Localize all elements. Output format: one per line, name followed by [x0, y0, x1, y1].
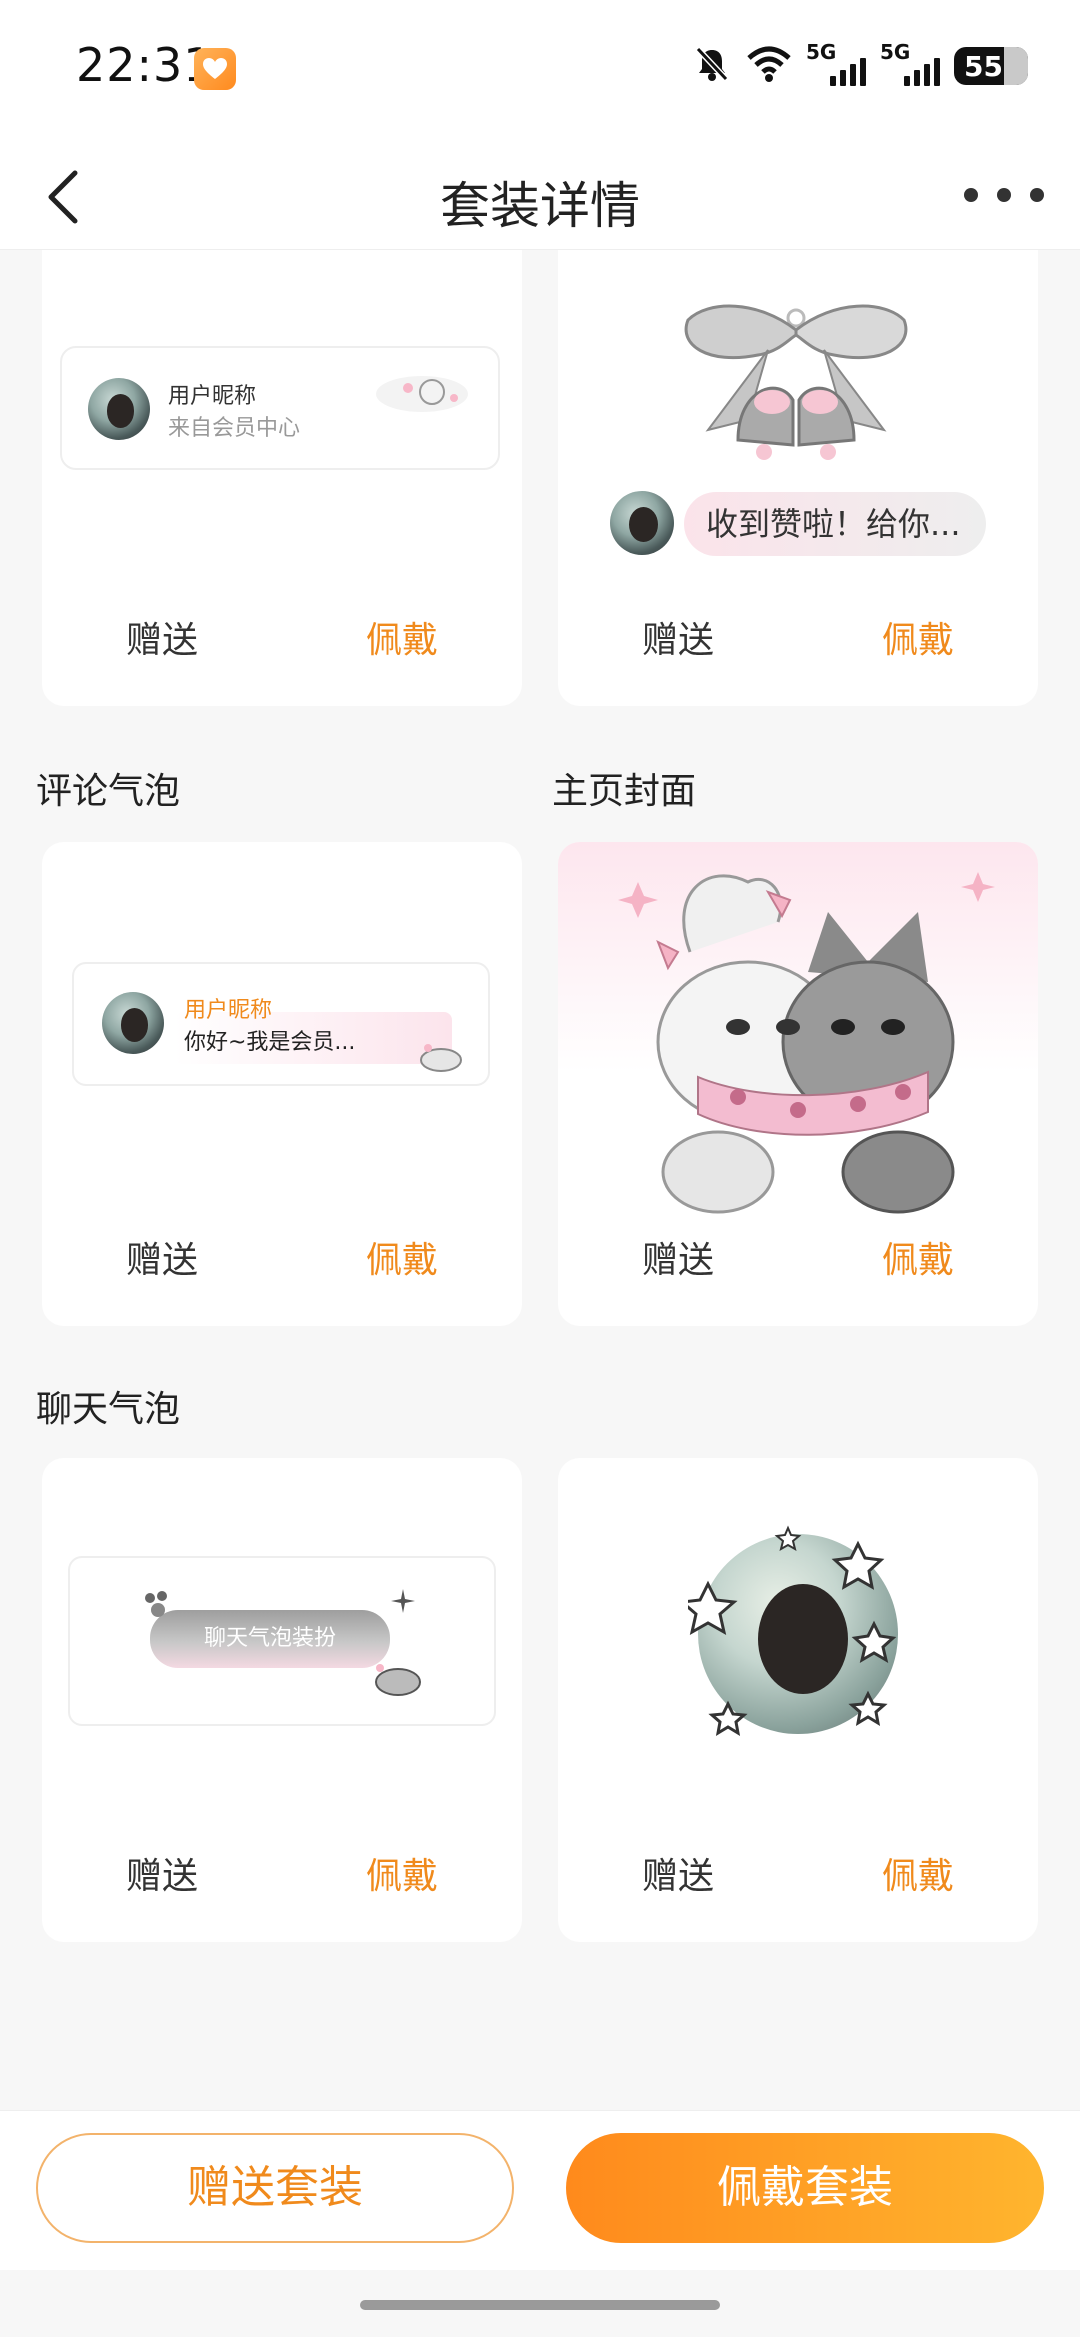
signal-icon: 5G: [806, 40, 866, 88]
battery-icon: 55: [954, 47, 1028, 85]
card-actions: 赠送 佩戴: [558, 1842, 1038, 1942]
gift-button[interactable]: 赠送: [42, 1842, 282, 1942]
star-frame-icon: [688, 1525, 897, 1736]
chat-bubble-sample: 聊天气泡装扮: [150, 1610, 390, 1668]
sparkle-icon: [391, 1589, 415, 1613]
item-card-nameplate: 用户昵称 来自会员中心 赠送 佩戴: [42, 250, 522, 706]
more-button[interactable]: [964, 170, 1044, 220]
wear-suit-button[interactable]: 佩戴套装: [566, 2133, 1044, 2243]
home-cover-preview: [558, 842, 1038, 1226]
chat-bubble-preview: 聊天气泡装扮: [68, 1556, 496, 1726]
item-card-avatar-frame: 赠送 佩戴: [558, 1458, 1038, 1942]
mute-icon: [692, 44, 732, 88]
gift-button[interactable]: 赠送: [42, 606, 282, 706]
more-dot-icon: [1030, 188, 1044, 202]
suit-item-list[interactable]: 用户昵称 来自会员中心 赠送 佩戴 收到赞啦！给你... 赠送 佩戴 评论气泡 …: [0, 250, 1080, 2110]
wear-button[interactable]: 佩戴: [798, 606, 1038, 706]
card-actions: 赠送 佩戴: [42, 1226, 522, 1326]
plush-toys-illustration: [618, 872, 995, 1214]
bell-bow-icon: [684, 304, 908, 460]
preview-comment-text: 你好~我是会员...: [184, 1030, 356, 1055]
like-message-pill: 收到赞啦！给你...: [684, 492, 986, 556]
comment-bubble-preview: 用户昵称 你好~我是会员...: [72, 962, 490, 1086]
signal-icon: 5G: [880, 40, 940, 88]
wear-button[interactable]: 佩戴: [282, 606, 522, 706]
status-time: 22:31: [76, 38, 214, 92]
wear-button[interactable]: 佩戴: [282, 1226, 522, 1326]
page-title: 套装详情: [440, 177, 640, 235]
preview-nickname: 用户昵称: [184, 998, 273, 1023]
gift-button[interactable]: 赠送: [42, 1226, 282, 1326]
home-indicator[interactable]: [360, 2300, 720, 2310]
wifi-icon: [746, 44, 792, 88]
section-title-comment-bubble: 评论气泡: [36, 771, 181, 812]
gift-button[interactable]: 赠送: [558, 606, 798, 706]
bottom-action-bar: 赠送套装 佩戴套装: [0, 2110, 1080, 2270]
more-dot-icon: [964, 188, 978, 202]
status-bar: 22:31 5G 5G 55: [0, 0, 1080, 140]
avatar: [88, 378, 150, 440]
gift-button[interactable]: 赠送: [558, 1842, 798, 1942]
item-card-home-cover: 赠送 佩戴: [558, 842, 1038, 1326]
card-actions: 赠送 佩戴: [558, 1226, 1038, 1326]
avatar: [610, 491, 674, 555]
section-title-home-cover: 主页封面: [552, 771, 697, 812]
status-icons: 5G 5G 55: [692, 40, 1028, 88]
item-card-like-effect: 收到赞啦！给你... 赠送 佩戴: [558, 250, 1038, 706]
card-actions: 赠送 佩戴: [558, 606, 1038, 706]
card-actions: 赠送 佩戴: [42, 606, 522, 706]
nav-bar: 套装详情: [0, 140, 1080, 250]
avatar-frame-preview: [688, 1524, 908, 1744]
item-card-comment-bubble: 用户昵称 你好~我是会员... 赠送 佩戴: [42, 842, 522, 1326]
nameplate-preview: 用户昵称 来自会员中心: [60, 346, 500, 470]
wear-button[interactable]: 佩戴: [798, 1842, 1038, 1942]
card-actions: 赠送 佩戴: [42, 1842, 522, 1942]
gift-suit-button[interactable]: 赠送套装: [36, 2133, 514, 2243]
more-dot-icon: [997, 188, 1011, 202]
gift-button[interactable]: 赠送: [558, 1226, 798, 1326]
avatar: [102, 992, 164, 1054]
cat-sticker-icon: [376, 376, 468, 412]
preview-nickname: 用户昵称: [168, 384, 257, 409]
cat-sticker-icon: [420, 1044, 462, 1072]
cat-sticker-icon: [375, 1664, 421, 1696]
wear-button[interactable]: 佩戴: [282, 1842, 522, 1942]
wear-button[interactable]: 佩戴: [798, 1226, 1038, 1326]
section-title-chat-bubble: 聊天气泡: [36, 1389, 181, 1430]
cat-paw-icon: [145, 1591, 167, 1617]
item-card-chat-bubble: 聊天气泡装扮 赠送 佩戴: [42, 1458, 522, 1942]
app-notification-icon: [194, 48, 236, 90]
preview-subtitle: 来自会员中心: [168, 416, 301, 441]
